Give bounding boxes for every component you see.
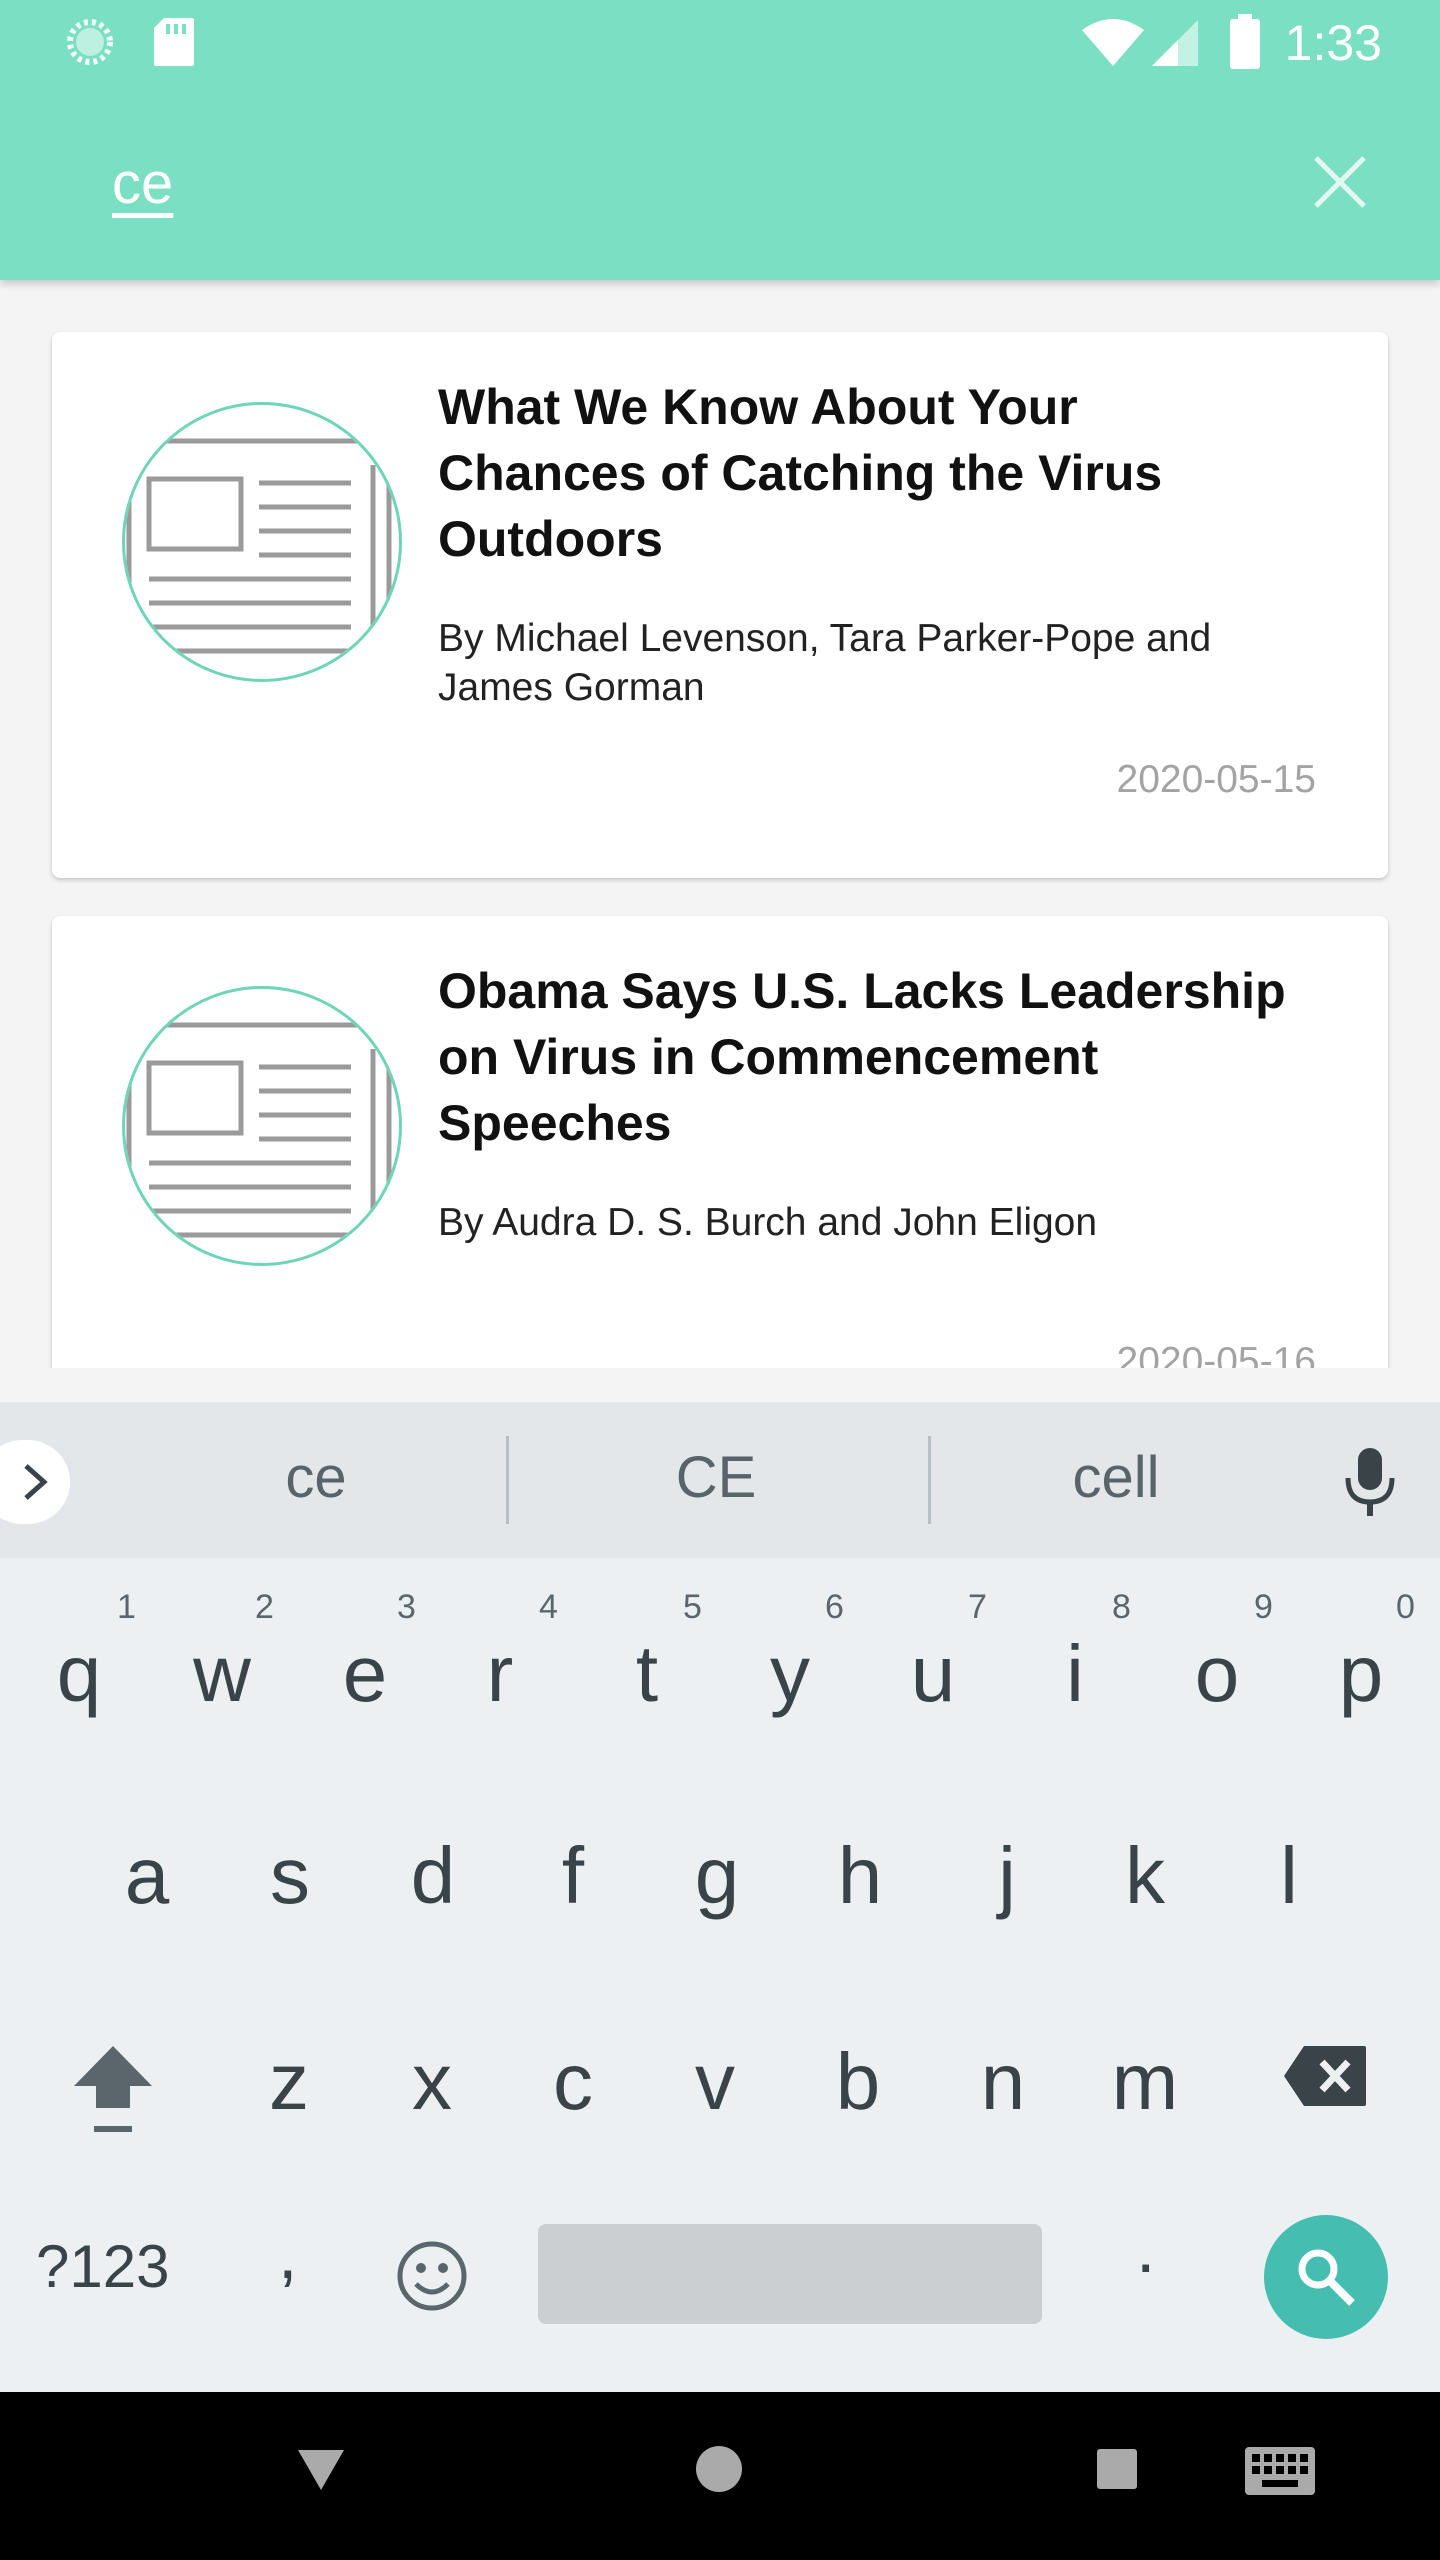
key-p[interactable]: p <box>1296 1614 1426 1744</box>
key-a[interactable]: a <box>82 1816 212 1946</box>
article-thumbnail <box>122 402 402 682</box>
article-author: By Michael Levenson, Tara Parker-Pope an… <box>438 617 1212 709</box>
loading-icon <box>67 19 113 65</box>
key-period[interactable]: . <box>1136 2208 1155 2288</box>
app-bar: 1:33 ce <box>0 0 1440 280</box>
key-n[interactable]: n <box>938 2022 1068 2152</box>
key-hint-4: 4 <box>539 1588 558 1626</box>
key-hint-5: 5 <box>683 1588 702 1626</box>
backspace-icon[interactable] <box>1282 2044 1368 2108</box>
key-i[interactable]: i <box>1010 1614 1140 1744</box>
article-title[interactable]: Obama Says U.S. Lacks Leadership on Viru… <box>438 958 1298 1156</box>
search-input[interactable]: ce <box>112 150 173 217</box>
key-b[interactable]: b <box>793 2022 923 2152</box>
key-o[interactable]: o <box>1152 1614 1282 1744</box>
key-u[interactable]: u <box>868 1614 998 1744</box>
newspaper-icon <box>126 1022 392 1238</box>
key-t[interactable]: t <box>582 1614 712 1744</box>
cell-signal-icon <box>1152 20 1198 66</box>
key-q[interactable]: q <box>14 1614 144 1744</box>
key-hint-7: 7 <box>968 1588 987 1626</box>
article-card[interactable]: What We Know About Your Chances of Catch… <box>52 332 1388 878</box>
suggestion-strip: ce CE cell <box>0 1402 1440 1558</box>
key-l[interactable]: l <box>1224 1816 1354 1946</box>
key-e[interactable]: e <box>300 1614 430 1744</box>
wifi-icon <box>1082 19 1144 66</box>
suggestion-1[interactable]: ce <box>166 1444 466 1511</box>
shift-icon[interactable] <box>70 2042 156 2138</box>
key-c[interactable]: c <box>508 2022 638 2152</box>
microphone-icon[interactable] <box>1340 1446 1400 1518</box>
suggestion-divider <box>506 1436 509 1524</box>
search-icon <box>1298 2249 1355 2306</box>
article-thumbnail <box>122 986 402 1266</box>
key-x[interactable]: x <box>367 2022 497 2152</box>
emoji-icon[interactable] <box>396 2240 468 2312</box>
article-date: 2020-05-15 <box>1116 758 1317 801</box>
battery-icon <box>1230 14 1260 69</box>
suggestion-expand-button[interactable] <box>0 1440 70 1524</box>
key-w[interactable]: w <box>157 1614 287 1744</box>
key-d[interactable]: d <box>368 1816 498 1946</box>
key-hint-3: 3 <box>397 1588 416 1626</box>
key-hint-2: 2 <box>255 1588 274 1626</box>
key-comma[interactable]: , <box>278 2214 297 2294</box>
back-icon[interactable] <box>296 2448 346 2492</box>
key-hint-9: 9 <box>1254 1588 1273 1626</box>
key-y[interactable]: y <box>725 1614 855 1744</box>
soft-keyboard: ce CE cell q w e r t y u i o p 1 2 3 4 5… <box>0 1402 1440 2392</box>
close-icon[interactable] <box>1310 152 1370 212</box>
article-author: By Audra D. S. Burch and John Eligon <box>438 1201 1098 1244</box>
key-m[interactable]: m <box>1080 2022 1210 2152</box>
key-s[interactable]: s <box>225 1816 355 1946</box>
recents-icon[interactable] <box>1096 2448 1138 2490</box>
home-icon[interactable] <box>694 2444 744 2494</box>
key-hint-1: 1 <box>117 1588 136 1626</box>
suggestion-3[interactable]: cell <box>966 1444 1266 1511</box>
symbols-key[interactable]: ?123 <box>36 2232 169 2301</box>
key-j[interactable]: j <box>942 1816 1072 1946</box>
clock: 1:33 <box>1284 15 1382 71</box>
system-nav-bar <box>0 2392 1440 2560</box>
key-hint-0: 0 <box>1396 1588 1415 1626</box>
newspaper-icon <box>126 438 392 654</box>
sd-card-icon <box>154 18 194 66</box>
suggestion-divider <box>928 1436 931 1524</box>
key-k[interactable]: k <box>1080 1816 1210 1946</box>
key-hint-6: 6 <box>825 1588 844 1626</box>
key-hint-8: 8 <box>1112 1588 1131 1626</box>
key-f[interactable]: f <box>508 1816 638 1946</box>
results-list[interactable]: What We Know About Your Chances of Catch… <box>0 280 1440 1368</box>
key-h[interactable]: h <box>795 1816 925 1946</box>
search-key[interactable] <box>1264 2215 1388 2339</box>
article-date: 2020-05-16 <box>1116 1340 1317 1368</box>
key-v[interactable]: v <box>650 2022 780 2152</box>
status-bar: 1:33 <box>0 0 1440 84</box>
chevron-right-icon <box>24 1464 48 1500</box>
key-r[interactable]: r <box>435 1614 565 1744</box>
key-g[interactable]: g <box>652 1816 782 1946</box>
article-title[interactable]: What We Know About Your Chances of Catch… <box>438 374 1298 572</box>
space-key[interactable] <box>538 2224 1042 2324</box>
article-card[interactable]: Obama Says U.S. Lacks Leadership on Viru… <box>52 916 1388 1368</box>
suggestion-2[interactable]: CE <box>566 1444 866 1511</box>
key-z[interactable]: z <box>224 2022 354 2152</box>
keyboard-switch-icon[interactable] <box>1244 2446 1316 2496</box>
